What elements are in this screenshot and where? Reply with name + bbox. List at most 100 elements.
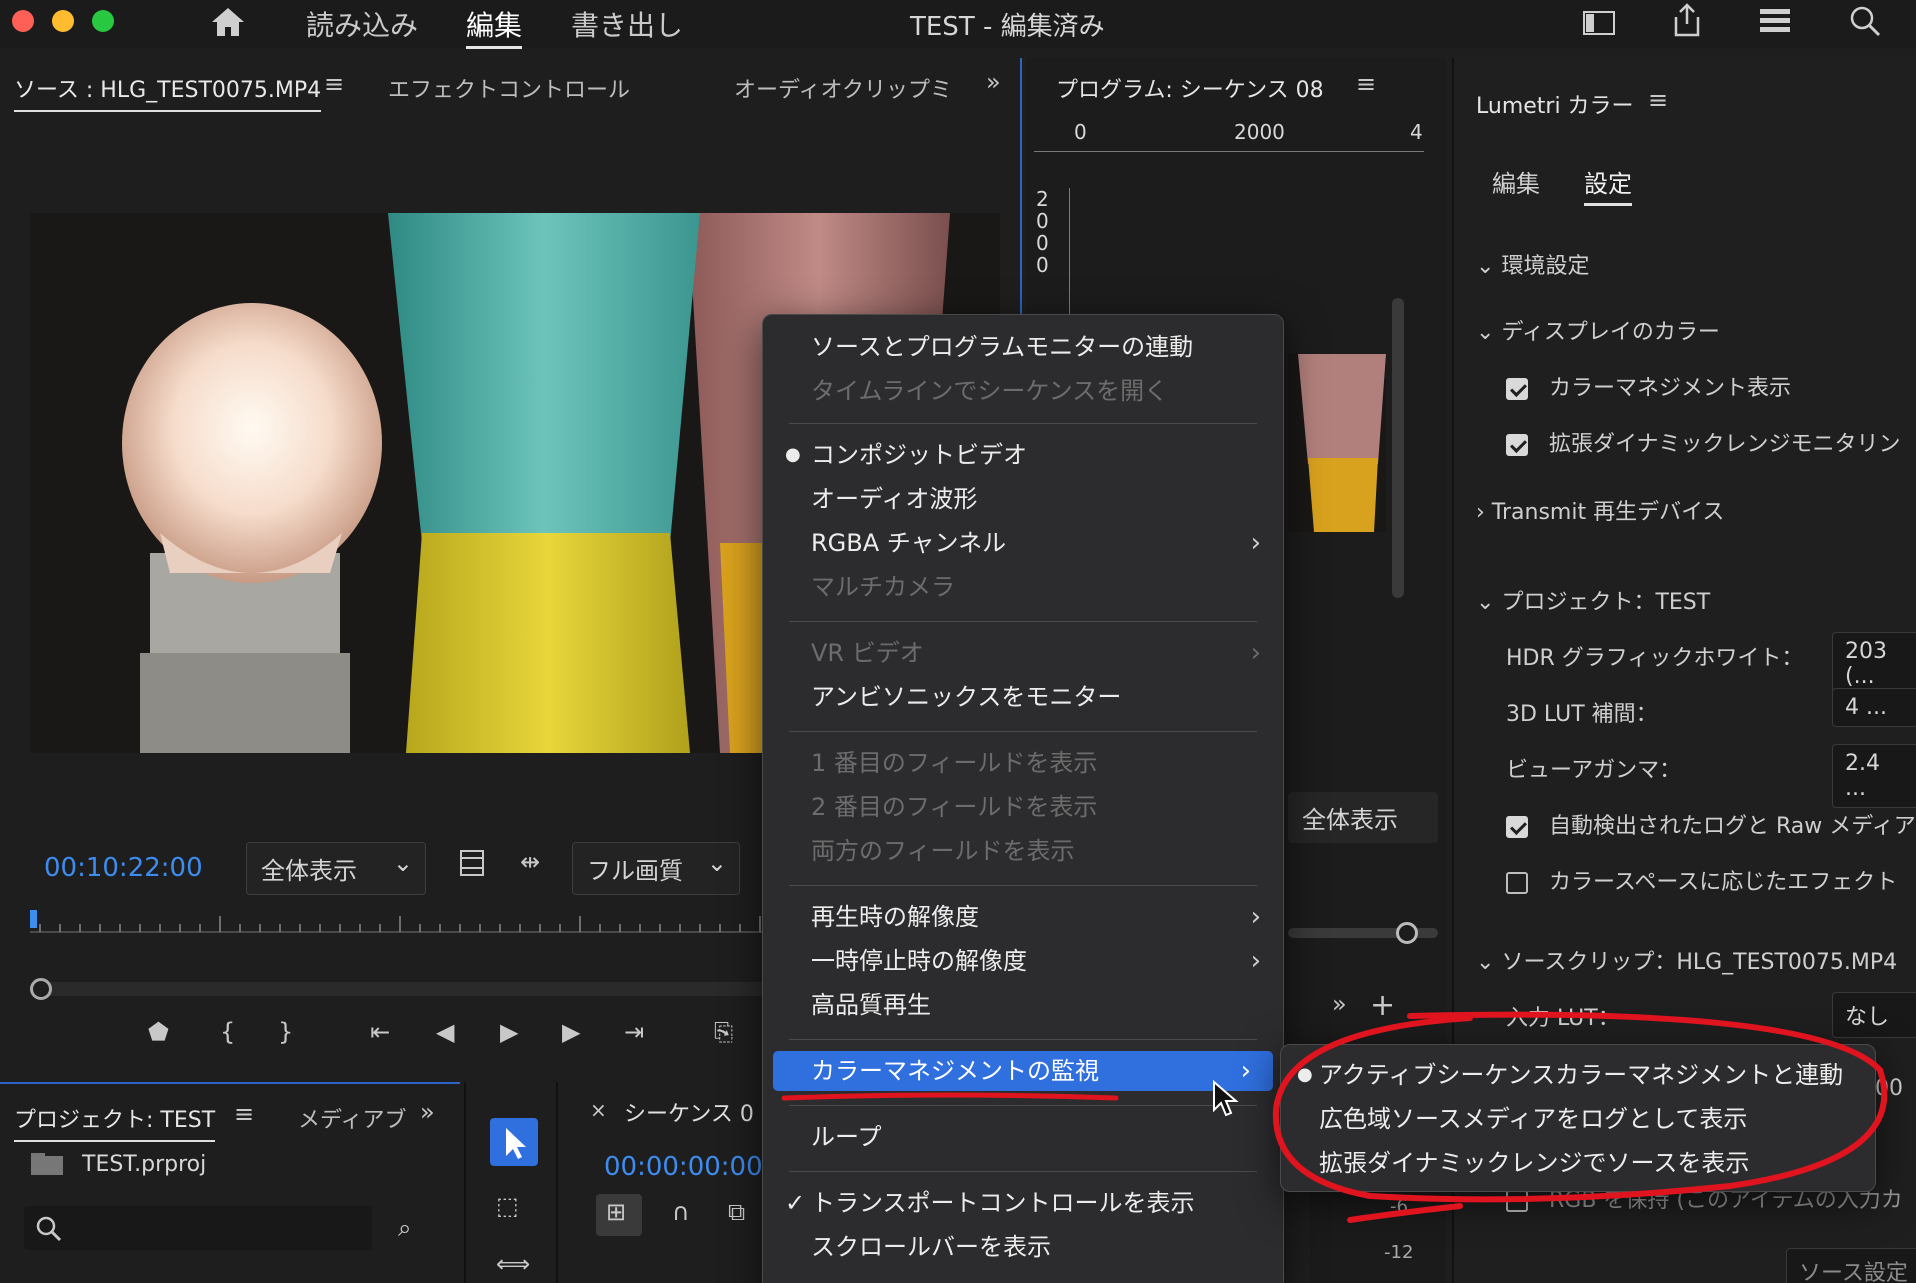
menu-item-composite-video[interactable]: ● コンポジットビデオ	[763, 435, 1283, 475]
panel-menu-icon[interactable]: ≡	[1356, 70, 1376, 98]
play-icon[interactable]: ▶︎	[500, 1018, 518, 1046]
tab-sequence[interactable]: シーケンス 0	[624, 1096, 754, 1128]
section-display-color[interactable]: ⌄ ディスプレイのカラー	[1476, 314, 1720, 346]
program-vertical-scrollbar[interactable]	[1392, 298, 1404, 598]
step-back-icon[interactable]: ◀︎	[436, 1018, 454, 1046]
nav-export[interactable]: 書き出し	[571, 4, 683, 44]
tab-project[interactable]: プロジェクト: TEST	[14, 1102, 216, 1142]
project-search-input[interactable]	[24, 1206, 372, 1250]
insert-icon[interactable]: ⎘	[714, 1018, 733, 1046]
menu-item-playback-resolution[interactable]: 再生時の解像度 ›	[763, 897, 1283, 937]
ripple-edit-tool-icon[interactable]: ⟺	[496, 1250, 530, 1278]
panel-menu-icon[interactable]: ≡	[324, 70, 344, 98]
overflow-icon[interactable]: »	[986, 68, 1001, 96]
add-marker-icon[interactable]: ⬟	[148, 1018, 169, 1046]
quick-export-icon[interactable]	[1758, 6, 1792, 40]
scroll-handle[interactable]	[1396, 922, 1418, 944]
menu-item-label: ループ	[811, 1123, 882, 1151]
workspace-icon[interactable]	[1582, 6, 1616, 42]
close-window-button[interactable]	[12, 10, 34, 32]
checkbox[interactable]	[1506, 378, 1528, 400]
marker-spread-icon[interactable]: ⇹	[520, 848, 540, 876]
source-settings-button[interactable]: ソース設定	[1786, 1248, 1916, 1283]
menu-item-label: RGBA チャンネル	[811, 529, 1007, 557]
menu-item-rgba-channel[interactable]: RGBA チャンネル ›	[763, 523, 1283, 563]
panel-menu-icon[interactable]: ≡	[1648, 86, 1668, 114]
section-source-clip[interactable]: ⌄ ソースクリップ：HLG_TEST0075.MP4	[1476, 944, 1897, 976]
tools-panel: ⬚ ⟺	[464, 1082, 558, 1283]
menu-item-loop[interactable]: ループ	[763, 1117, 1283, 1157]
mark-out-icon[interactable]: }	[278, 1018, 293, 1046]
menu-item-label: 両方のフィールドを表示	[811, 837, 1075, 865]
track-select-tool-icon[interactable]: ⬚	[496, 1192, 519, 1220]
menu-item-high-quality[interactable]: 高品質再生	[763, 985, 1283, 1025]
checkbox[interactable]	[1506, 872, 1528, 894]
checkbox-auto-log[interactable]: 自動検出されたログと Raw メディア	[1506, 808, 1916, 840]
tab-audio-clip-mixer[interactable]: オーディオクリップミ	[734, 72, 970, 104]
hdr-white-dropdown[interactable]: 203 (...	[1832, 632, 1916, 696]
panel-menu-icon[interactable]: ≡	[234, 1100, 254, 1128]
chevron-down-icon: ⌄	[1476, 254, 1502, 279]
source-timecode[interactable]: 00:10:22:00	[44, 853, 203, 883]
program-zoom-dropdown[interactable]: 全体表示	[1288, 792, 1438, 843]
menu-item-color-management-monitoring[interactable]: カラーマネジメントの監視 ›	[773, 1051, 1273, 1091]
tab-media-browser[interactable]: メディアブ	[298, 1102, 408, 1134]
lut-interp-dropdown[interactable]: 4 ...	[1832, 688, 1916, 727]
hdr-white-label: HDR グラフィックホワイト：	[1506, 646, 1804, 671]
go-to-in-icon[interactable]: ⇤	[370, 1018, 390, 1046]
tab-lumetri-edit[interactable]: 編集	[1492, 164, 1540, 199]
source-zoom-scrollbar[interactable]	[30, 982, 770, 996]
section-label: プロジェクト：TEST	[1501, 590, 1711, 615]
tab-effect-controls[interactable]: エフェクトコントロール	[388, 72, 630, 104]
minimize-window-button[interactable]	[52, 10, 74, 32]
nest-sequence-toggle[interactable]: ⊞	[596, 1194, 642, 1236]
progress-search-icon[interactable]	[1848, 4, 1882, 42]
close-icon[interactable]: ×	[590, 1098, 607, 1122]
context-menu: ソースとプログラムモニターの連動 タイムラインでシーケンスを開く ● コンポジット…	[762, 314, 1284, 1283]
section-transmit[interactable]: › Transmit 再生デバイス	[1476, 494, 1724, 526]
section-project[interactable]: ⌄ プロジェクト：TEST	[1476, 584, 1710, 616]
section-environment[interactable]: ⌄ 環境設定	[1476, 248, 1589, 280]
home-icon[interactable]	[208, 4, 248, 44]
menu-item-label: マルチカメラ	[811, 573, 955, 601]
nav-edit[interactable]: 編集	[466, 4, 523, 49]
checkbox-color-management-display[interactable]: カラーマネジメント表示	[1506, 370, 1791, 402]
menu-separator	[789, 1171, 1257, 1172]
scroll-handle[interactable]	[30, 978, 52, 1000]
source-zoom-dropdown[interactable]: 全体表示 ⌄	[246, 842, 426, 895]
find-icon[interactable]: ⌕	[398, 1214, 411, 1242]
nav-import[interactable]: 読み込み	[306, 4, 418, 44]
ruler-label: 2	[1036, 187, 1049, 211]
menu-item-link-monitors[interactable]: ソースとプログラムモニターの連動	[763, 327, 1283, 367]
timeline-timecode[interactable]: 00:00:00:00	[604, 1152, 763, 1182]
checkbox-colorspace-effects[interactable]: カラースペースに応じたエフェクト	[1506, 864, 1897, 896]
selection-tool-button[interactable]	[490, 1118, 538, 1166]
bullet-icon: ●	[785, 444, 801, 465]
viewer-gamma-dropdown[interactable]: 2.4 ...	[1832, 744, 1916, 808]
zoom-window-button[interactable]	[92, 10, 114, 32]
program-title[interactable]: プログラム: シーケンス 08	[1056, 72, 1324, 104]
project-file-name[interactable]: TEST.prproj	[82, 1152, 206, 1177]
tab-source[interactable]: ソース : HLG_TEST0075.MP4	[14, 72, 322, 112]
share-icon[interactable]	[1670, 2, 1704, 42]
go-to-out-icon[interactable]: ⇥	[624, 1018, 644, 1046]
magnet-icon[interactable]: ∩	[672, 1198, 690, 1226]
mark-in-icon[interactable]: {	[220, 1018, 235, 1046]
project-panel: プロジェクト: TEST ≡ メディアブ » TEST.prproj ⌕	[0, 1082, 460, 1283]
checkbox[interactable]	[1506, 434, 1528, 456]
tab-lumetri-settings[interactable]: 設定	[1584, 164, 1632, 206]
menu-item-show-transport[interactable]: ✓ トランスポートコントロールを表示	[763, 1183, 1283, 1223]
menu-item-show-scrollbar[interactable]: スクロールバーを表示	[763, 1227, 1283, 1267]
export-frame-settings-icon[interactable]	[458, 848, 486, 882]
menu-item-ambisonics[interactable]: アンビソニックスをモニター	[763, 677, 1283, 717]
menu-item-paused-resolution[interactable]: 一時停止時の解像度 ›	[763, 941, 1283, 981]
step-forward-icon[interactable]: ▶︎	[562, 1018, 580, 1046]
checkbox-hdr-monitoring[interactable]: 拡張ダイナミックレンジモニタリン	[1506, 426, 1901, 458]
source-time-ruler[interactable]	[30, 910, 770, 934]
menu-item-audio-waveform[interactable]: オーディオ波形	[763, 479, 1283, 519]
overflow-icon[interactable]: »	[420, 1098, 435, 1126]
linked-selection-icon[interactable]: ⧉	[728, 1198, 745, 1226]
lumetri-title[interactable]: Lumetri カラー	[1476, 88, 1634, 120]
checkbox[interactable]	[1506, 816, 1528, 838]
playback-quality-dropdown[interactable]: フル画質 ⌄	[572, 842, 740, 895]
